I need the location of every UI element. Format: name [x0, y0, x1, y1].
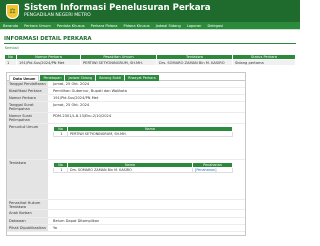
penahanan-link[interactable]: [Penahanan] — [192, 167, 233, 173]
label-tanggal-pendaftaran: Tanggal Pendaftaran — [7, 81, 49, 87]
row-pihak-dipublikasikan: Pihak Dipublikasikan Ya — [7, 225, 245, 232]
row-dakwaan: Dakwaan Belum Dapat Ditampilkan — [7, 218, 245, 225]
table-row: 1 Drs. SOMARO ZAMAN Bin M. KASIRO [Penah… — [53, 167, 233, 173]
prosecutor-no: 1 — [53, 131, 68, 137]
nav-laporan[interactable]: Laporan — [187, 24, 202, 28]
label-klasifikasi: Klasifikasi Perkara — [7, 88, 49, 94]
value-nomor-perkara: 191/Pid.Sus/2024/PN Met — [53, 96, 99, 100]
row-klasifikasi: Klasifikasi Perkara Pemilihan Gubernur, … — [7, 88, 245, 95]
defendant-name: Drs. SOMARO ZAMAN Bin M. KASIRO — [67, 167, 193, 173]
prosecutor-name: PERTIWI SETYONINGRUM, SH.MH. — [67, 131, 233, 137]
label-anak-korban: Anak Korban — [7, 210, 49, 217]
nav-perkara-pidana[interactable]: Perkara Pidana — [91, 24, 118, 28]
prosecutor-table: No Nama 1 PERTIWI SETYONINGRUM, SH.MH. — [53, 126, 233, 137]
label-penasihat-hukum: Penasihat Hukum Terdakwa — [7, 200, 49, 209]
case-detail-panel: Data Umum Penetapan Jadwal Sidang Barang… — [6, 72, 246, 236]
label-tanggal-surat: Tanggal Surat Pelimpahan — [7, 102, 49, 112]
value-penuntut-umum: No Nama 1 PERTIWI SETYONINGRUM, SH.MH. — [49, 124, 245, 159]
app-subtitle: PENGADILAN NEGERI METRO — [24, 13, 91, 18]
detail-tabs: Data Umum Penetapan Jadwal Sidang Barang… — [7, 73, 245, 81]
value-nomor-surat: PDM-2301/L.8.13/Eku.2/10/2024 — [53, 114, 112, 118]
cell-status: Sidang pertama — [232, 59, 296, 66]
value-pihak-dipublikasikan: Ya — [53, 226, 57, 230]
value-klasifikasi: Pemilihan Gubernur, Bupati dan Walikota — [53, 89, 127, 93]
table-row: 1 PERTIWI SETYONINGRUM, SH.MH. — [53, 131, 233, 137]
app-header: ⚖ Sistem Informasi Penelusuran Perkara P… — [0, 0, 300, 22]
label-nomor-perkara: Nomor Perkara — [7, 95, 49, 101]
nav-jadwal-sidang[interactable]: Jadwal Sidang — [156, 24, 181, 28]
nav-perkara-umum[interactable]: Perkara Umum — [24, 24, 51, 28]
value-tanggal-surat: Jumat, 25 Okt. 2024 — [53, 103, 90, 107]
nav-perdata-khusus[interactable]: Perdata Khusus — [57, 24, 85, 28]
cell-no: 1 — [4, 59, 17, 66]
row-nomor-surat: Nomor Surat Pelimpahan PDM-2301/L.8.13/E… — [7, 113, 245, 124]
main-navbar: Beranda Perkara Umum Perdata Khusus Perk… — [0, 22, 300, 30]
case-summary-table: No Nomor Perkara Pesakitan Umum Terdakwa… — [4, 54, 296, 66]
nav-beranda[interactable]: Beranda — [3, 24, 18, 28]
row-penuntut-umum: Penuntut Umum No Nama 1 PERTIWI SETYONIN… — [7, 124, 245, 160]
row-penasihat-hukum: Penasihat Hukum Terdakwa — [7, 200, 245, 210]
row-terdakwa: Terdakwa No Nama Penahanan 1 Drs. SOMARO… — [7, 160, 245, 200]
label-terdakwa: Terdakwa — [7, 160, 49, 199]
row-nomor-perkara: Nomor Perkara 191/Pid.Sus/2024/PN Met — [7, 95, 245, 102]
back-link[interactable]: Kembali — [5, 46, 300, 50]
label-dakwaan: Dakwaan — [7, 218, 49, 224]
row-anak-korban: Anak Korban — [7, 210, 245, 218]
value-dakwaan: Belum Dapat Ditampilkan — [53, 219, 100, 223]
app-title: Sistem Informasi Penelusuran Perkara — [24, 3, 211, 13]
value-penasihat-hukum — [49, 200, 245, 209]
nav-pidana-khusus[interactable]: Pidana Khusus — [123, 24, 149, 28]
value-terdakwa: No Nama Penahanan 1 Drs. SOMARO ZAMAN Bi… — [49, 160, 245, 199]
defendant-no: 1 — [53, 167, 68, 173]
value-anak-korban — [49, 210, 245, 217]
defendant-table: No Nama Penahanan 1 Drs. SOMARO ZAMAN Bi… — [53, 162, 233, 173]
cell-pesakitan: PERTIWI SETYONINGRUM, SH.MH. — [80, 59, 157, 66]
page-title: INFORMASI DETAIL PERKARA — [4, 36, 92, 42]
row-tanggal-surat: Tanggal Surat Pelimpahan Jumat, 25 Okt. … — [7, 102, 245, 113]
label-nomor-surat: Nomor Surat Pelimpahan — [7, 113, 49, 123]
label-penuntut-umum: Penuntut Umum — [7, 124, 49, 159]
label-pihak-dipublikasikan: Pihak Dipublikasikan — [7, 225, 49, 231]
table-row: 1 191/Pid.Sus/2024/PN Met PERTIWI SETYON… — [4, 59, 296, 66]
nav-delegasi[interactable]: Delegasi — [207, 24, 223, 28]
cell-terdakwa: Drs. SOMARO ZAMAN Bin M. KASIRO — [156, 59, 233, 66]
row-tanggal-pendaftaran: Tanggal Pendaftaran Jumat, 25 Okt. 2024 — [7, 81, 245, 88]
court-logo-icon: ⚖ — [6, 3, 19, 19]
value-tanggal-pendaftaran: Jumat, 25 Okt. 2024 — [53, 82, 90, 86]
title-divider — [4, 43, 296, 44]
cell-nomor-perkara: 191/Pid.Sus/2024/PN Met — [16, 59, 81, 66]
